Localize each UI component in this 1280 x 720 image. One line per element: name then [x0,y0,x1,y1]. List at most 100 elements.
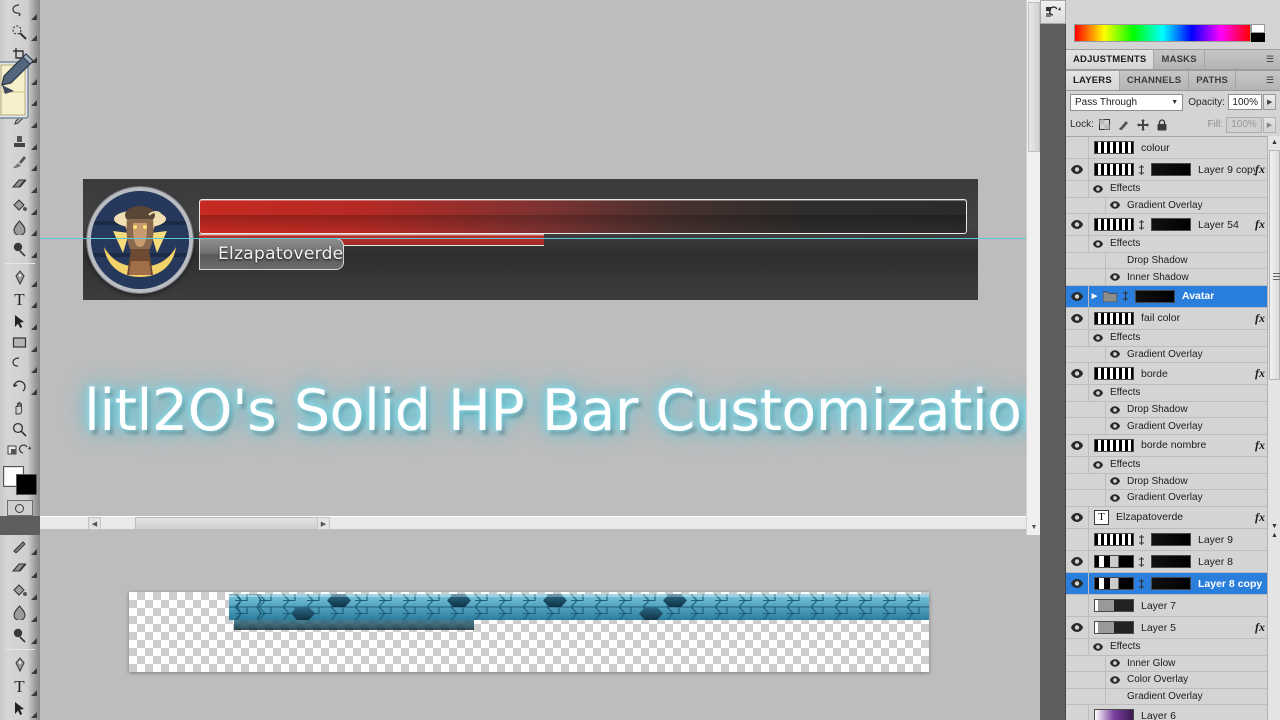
fill-slider-arrow[interactable]: ▶ [1263,116,1276,133]
quick-mask-toggle[interactable] [6,500,33,517]
layer-visibility-toggle[interactable] [1066,285,1089,307]
layer-thumbnail[interactable] [1094,163,1134,176]
layer-mask-thumbnail[interactable] [1151,577,1191,590]
dodge-tool[interactable] [1,238,39,260]
layer-row[interactable]: Layer 54fx▲ [1066,214,1280,237]
layers-list-secondary[interactable]: Layer 9 Layer 8 Layer 8 copy Layer 7 Layer 5… [1066,529,1280,720]
opacity-input[interactable]: 100% [1227,94,1263,110]
eraser-tool-2[interactable] [1,557,39,579]
layers-scrollbar[interactable]: ▲ ▼ [1267,136,1280,532]
tab-masks[interactable]: MASKS [1154,50,1205,69]
layer-row[interactable]: Layer 8 [1066,551,1280,573]
rectangle-shape-tool[interactable] [1,332,39,354]
layer-row[interactable]: Layer 5fx▲ [1066,617,1280,639]
lasso-alt-tool[interactable] [1,354,39,376]
document-horizontal-scrollbar[interactable]: ◀ ▶ [40,516,1040,530]
link-icon[interactable] [1136,534,1146,546]
clone-stamp-tool[interactable] [1,130,39,152]
effect-visibility-icon[interactable] [1089,643,1106,651]
right-dock[interactable]: ADJUSTMENTS MASKS ☰ LAYERS CHANNELS PATH… [1066,0,1280,720]
layer-row[interactable]: Layer 9 copyfx▲ [1066,159,1280,181]
layer-visibility-toggle[interactable] [1066,506,1089,528]
layer-mask-thumbnail[interactable] [1151,533,1191,546]
paint-bucket-tool[interactable] [1,195,39,217]
zoom-tool[interactable] [1,418,39,440]
crop-tool[interactable] [1,43,39,65]
horizontal-scroll-thumb[interactable] [135,517,320,530]
layer-row[interactable]: colour [1066,137,1280,159]
tab-layers[interactable]: LAYERS [1066,71,1120,90]
hand-tool[interactable] [1,397,39,419]
lasso-tool[interactable] [1,0,39,22]
effect-visibility-icon[interactable] [1089,460,1106,469]
layer-thumbnail[interactable] [1094,709,1134,720]
layer-effect-row[interactable]: Gradient Overlay [1066,490,1280,507]
effect-visibility-icon[interactable] [1106,273,1123,281]
color-spectrum-ramp[interactable] [1074,24,1251,42]
effect-visibility-icon[interactable] [1106,494,1123,502]
layer-visibility-toggle[interactable] [1066,551,1089,572]
layers-scroll-up-arrow-2[interactable]: ▲ [1268,529,1280,541]
layer-effect-row[interactable]: Gradient Overlay [1066,346,1280,364]
panel-menu-icon-layers[interactable]: ☰ [1260,71,1280,90]
tab-paths[interactable]: PATHS [1189,71,1237,90]
magic-wand-tool[interactable] [1,22,39,44]
path-selection-tool-2[interactable] [1,698,39,720]
layer-visibility-toggle[interactable] [1066,617,1089,638]
scroll-left-arrow[interactable]: ◀ [88,517,101,530]
layer-effects-row[interactable]: Effects [1066,329,1280,347]
link-icon[interactable] [1136,556,1146,568]
dock-collapse-strip[interactable] [1040,0,1066,720]
eyedropper-tool[interactable] [1,65,39,87]
layer-effect-row[interactable]: Drop Shadow [1066,401,1280,419]
layer-row[interactable]: Layer 9 [1066,529,1280,551]
layer-row[interactable]: Layer 8 copy [1066,573,1280,595]
layer-mask-thumbnail[interactable] [1151,555,1191,568]
layer-thumbnail[interactable] [1094,438,1134,452]
layer-visibility-toggle[interactable] [1066,159,1089,180]
layers-scroll-up-arrow[interactable]: ▲ [1268,136,1280,148]
layer-row[interactable]: TElzapatoverdefx▲ [1066,506,1280,529]
layer-effect-row[interactable]: Gradient Overlay [1066,418,1280,435]
scroll-down-arrow[interactable]: ▼ [1028,521,1040,533]
layer-effects-row[interactable]: Effects [1066,639,1280,656]
effect-visibility-icon[interactable] [1089,389,1106,397]
lock-transparent-pixels-icon[interactable] [1097,117,1113,133]
layer-visibility-toggle[interactable] [1066,214,1089,236]
layer-effects-row[interactable]: Effects [1066,181,1280,198]
layer-visibility-toggle[interactable] [1066,137,1089,158]
layer-visibility-toggle[interactable] [1066,595,1089,616]
layer-mask-thumbnail[interactable] [1151,218,1191,232]
change-screen-mode-icon[interactable] [1,440,39,462]
lock-image-pixels-icon[interactable] [1116,117,1132,133]
panel-menu-icon-adjustments[interactable]: ☰ [1260,50,1280,69]
layer-mask-thumbnail[interactable] [1151,163,1191,176]
eraser-tool[interactable] [1,173,39,195]
link-icon[interactable] [1136,164,1146,176]
layer-effects-row[interactable]: Effects [1066,385,1280,402]
pen-tool-2[interactable] [1,653,39,675]
layer-thumbnail[interactable] [1094,555,1134,568]
layers-scrollbar-secondary[interactable]: ▲ [1267,529,1280,720]
layer-visibility-toggle[interactable] [1066,705,1089,720]
blend-mode-select[interactable]: Pass Through ▼ [1070,93,1184,111]
blur-tool-2[interactable] [1,602,39,624]
layer-thumbnail[interactable] [1094,367,1134,381]
layer-effect-row[interactable]: Gradient Overlay [1066,197,1280,215]
effect-visibility-icon[interactable] [1106,659,1123,668]
layer-effect-row[interactable]: Color Overlay [1066,672,1280,689]
tool-palette-top[interactable]: T [0,0,40,536]
type-layer-thumbnail[interactable]: T [1094,509,1109,525]
layer-thumbnail[interactable] [1094,533,1134,546]
effect-visibility-icon[interactable] [1089,185,1106,193]
layers-list[interactable]: colour Layer 9 copyfx▲ Effects Gradient Ove… [1066,136,1280,532]
blur-tool[interactable] [1,217,39,239]
layer-row[interactable]: bordefx▲ [1066,363,1280,386]
type-tool-2[interactable]: T [1,676,39,698]
vertical-scroll-thumb[interactable] [1028,2,1040,152]
document-window-bottom[interactable] [40,535,1040,720]
document-window-top[interactable]: Elzapatoverde litl2O's Solid HP Bar Cust… [40,0,1040,535]
layer-thumbnail[interactable] [1094,621,1134,634]
paint-bucket-tool-2[interactable] [1,580,39,602]
link-icon[interactable] [1136,219,1146,231]
